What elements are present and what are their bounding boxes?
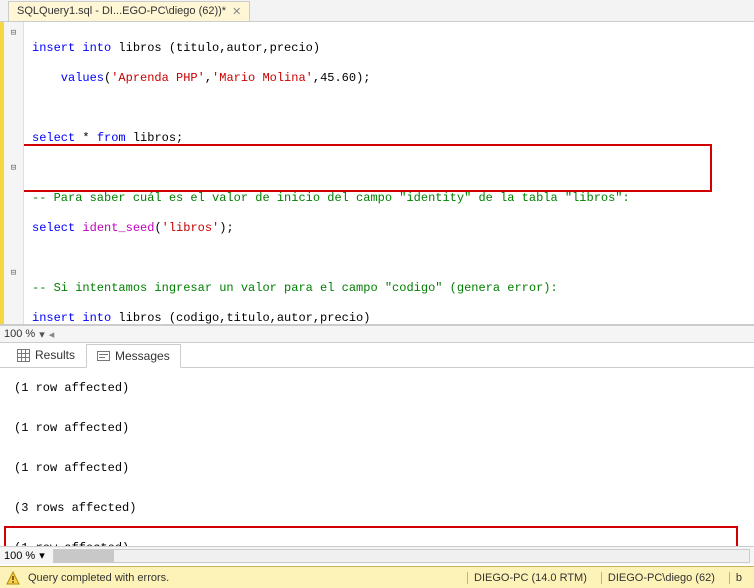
chevron-down-icon[interactable]: ▾ [39, 549, 45, 562]
message-row: (1 row affected) [14, 458, 746, 478]
message-row: (1 row affected) [14, 418, 746, 438]
chevron-down-icon[interactable]: ▾ [39, 328, 45, 341]
zoom-bar-messages: 100 % ▾ [0, 546, 754, 564]
code-area[interactable]: insert into libros (titulo,autor,precio)… [24, 22, 754, 324]
gutter: ⊟ ⊟ ⊟ [0, 22, 24, 324]
tab-title: SQLQuery1.sql - DI...EGO-PC\diego (62))* [17, 5, 226, 17]
tab-bar: SQLQuery1.sql - DI...EGO-PC\diego (62))*… [0, 0, 754, 22]
fold-icon[interactable]: ⊟ [4, 161, 23, 176]
zoom-bar-editor: 100 % ▾ ◂ [0, 325, 754, 343]
tab-results[interactable]: Results [6, 343, 86, 367]
status-text: Query completed with errors. [28, 572, 169, 584]
file-tab[interactable]: SQLQuery1.sql - DI...EGO-PC\diego (62))*… [8, 1, 250, 21]
message-row: (1 row affected) [14, 378, 746, 398]
scrollbar-thumb[interactable] [54, 550, 114, 562]
status-extra: b [729, 572, 748, 584]
editor[interactable]: ⊟ ⊟ ⊟ insert into libros (titulo,autor,p… [0, 22, 754, 325]
warning-icon [6, 571, 20, 585]
tab-messages[interactable]: Messages [86, 344, 181, 368]
tab-results-label: Results [35, 348, 75, 362]
horizontal-scrollbar[interactable] [53, 549, 750, 563]
message-icon [97, 350, 110, 363]
messages-pane[interactable]: (1 row affected) (1 row affected) (1 row… [0, 368, 754, 546]
fold-icon[interactable]: ⊟ [4, 26, 23, 41]
status-user: DIEGO-PC\diego (62) [601, 572, 721, 584]
message-row: (1 row affected) [14, 538, 746, 546]
zoom-value[interactable]: 100 % [4, 550, 35, 562]
grid-icon [17, 349, 30, 362]
message-row: (3 rows affected) [14, 498, 746, 518]
status-bar: Query completed with errors. DIEGO-PC (1… [0, 566, 754, 588]
fold-icon[interactable]: ⊟ [4, 266, 23, 281]
status-server: DIEGO-PC (14.0 RTM) [467, 572, 593, 584]
zoom-value[interactable]: 100 % [4, 328, 35, 340]
close-icon[interactable]: ✕ [232, 5, 241, 18]
tab-messages-label: Messages [115, 349, 170, 363]
result-tabs: Results Messages [0, 343, 754, 368]
